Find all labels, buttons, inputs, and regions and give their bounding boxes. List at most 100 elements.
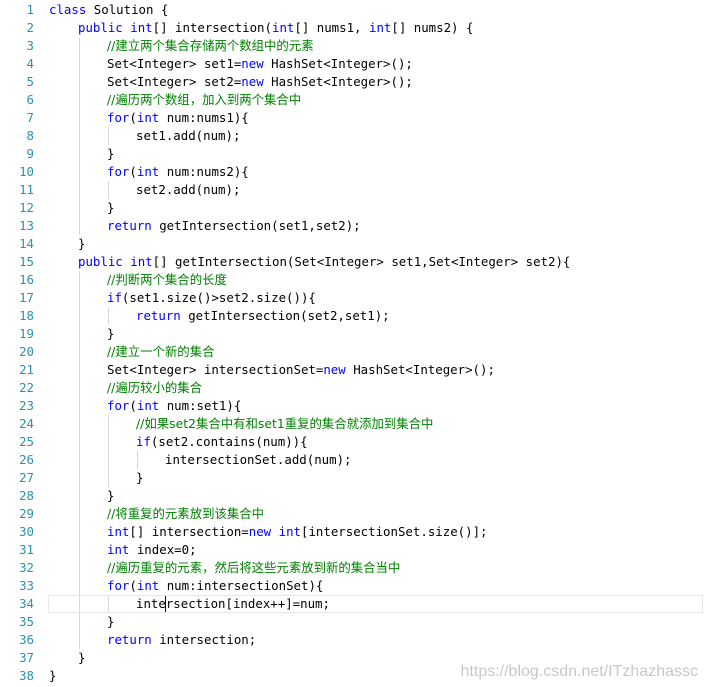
- code-token: [] getIntersection(Set<Integer> set1,Set…: [152, 254, 571, 269]
- code-text: Set<Integer> set2=new HashSet<Integer>()…: [107, 73, 413, 91]
- keyword-token: return: [107, 218, 152, 233]
- code-line[interactable]: 4 Set<Integer> set1=new HashSet<Integer>(…: [0, 55, 706, 73]
- indent-guide: [79, 109, 80, 127]
- code-text: public int[] intersection(int[] nums1, i…: [78, 19, 473, 37]
- indent-guide: [79, 289, 80, 307]
- code-line[interactable]: 18 return getIntersection(set2,set1);: [0, 307, 706, 325]
- keyword-token: int: [136, 110, 160, 125]
- indent-guide: [79, 37, 80, 55]
- code-line[interactable]: 25 if(set2.contains(num)){: [0, 433, 706, 451]
- indent-guide: [79, 505, 80, 523]
- indent-guide: [79, 595, 80, 613]
- code-line[interactable]: 1 class Solution {: [0, 1, 706, 19]
- indent-guide: [79, 91, 80, 109]
- code-text: //遍历重复的元素，然后将这些元素放到新的集合当中: [107, 559, 400, 577]
- keyword-token: new: [241, 74, 264, 89]
- line-number: 38: [19, 668, 34, 683]
- code-line[interactable]: 15 public int[] getIntersection(Set<Integ…: [0, 253, 706, 271]
- line-number: 30: [19, 524, 34, 539]
- line-number: 12: [19, 200, 34, 215]
- code-editor[interactable]: 1 class Solution {2 public int[] intersect…: [0, 0, 706, 687]
- code-text: for(int num:nums1){: [107, 109, 249, 127]
- indent-guide: [79, 307, 80, 325]
- code-line[interactable]: 12}: [0, 199, 706, 217]
- code-token: (: [129, 398, 137, 413]
- code-line[interactable]: 31 int index=0;: [0, 541, 706, 559]
- code-line[interactable]: 22 //遍历较小的集合: [0, 379, 706, 397]
- code-token: intersectionSet.add(num);: [165, 452, 352, 467]
- line-number: 37: [19, 650, 34, 665]
- indent-guide: [108, 181, 109, 199]
- code-token: Set<Integer> intersectionSet=: [107, 362, 324, 377]
- code-line[interactable]: 21 Set<Integer> intersectionSet=new HashS…: [0, 361, 706, 379]
- code-line[interactable]: 8 set1.add(num);: [0, 127, 706, 145]
- keyword-token: new: [241, 56, 264, 71]
- code-line[interactable]: 6 //遍历两个数组，加入到两个集合中: [0, 91, 706, 109]
- code-line[interactable]: 27}: [0, 469, 706, 487]
- code-line[interactable]: 26 intersectionSet.add(num);: [0, 451, 706, 469]
- line-number: 26: [19, 452, 34, 467]
- code-text: }: [107, 199, 114, 217]
- keyword-token: int: [278, 524, 301, 539]
- line-number: 1: [26, 2, 34, 17]
- indent-guide: [79, 145, 80, 163]
- code-line[interactable]: 9}: [0, 145, 706, 163]
- code-token: num:intersectionSet){: [159, 578, 324, 593]
- text-caret: [165, 596, 166, 612]
- code-line[interactable]: 33 for(int num:intersectionSet){: [0, 577, 706, 595]
- code-line[interactable]: 32 //遍历重复的元素，然后将这些元素放到新的集合当中: [0, 559, 706, 577]
- code-text: //将重复的元素放到该集合中: [107, 505, 264, 523]
- code-text: set1.add(num);: [136, 127, 240, 145]
- code-line[interactable]: 16 //判断两个集合的长度: [0, 271, 706, 289]
- code-line[interactable]: 23 for(int num:set1){: [0, 397, 706, 415]
- code-line[interactable]: 2 public int[] intersection(int[] nums1, …: [0, 19, 706, 37]
- keyword-token: int: [130, 254, 153, 269]
- indent-guide: [79, 613, 80, 631]
- code-text: }: [107, 613, 114, 631]
- keyword-token: int: [136, 578, 160, 593]
- code-text: intersectionSet.add(num);: [165, 451, 352, 469]
- indent-guide: [79, 217, 80, 235]
- code-text: for(int num:set1){: [107, 397, 241, 415]
- code-line[interactable]: 28}: [0, 487, 706, 505]
- code-text: //遍历两个数组，加入到两个集合中: [107, 91, 301, 109]
- code-line[interactable]: 7 for(int num:nums1){: [0, 109, 706, 127]
- line-number: 36: [19, 632, 34, 647]
- indent-guide: [79, 325, 80, 343]
- code-line[interactable]: 29 //将重复的元素放到该集合中: [0, 505, 706, 523]
- code-line[interactable]: 35}: [0, 613, 706, 631]
- indent-guide: [79, 271, 80, 289]
- code-line[interactable]: 14}: [0, 235, 706, 253]
- code-token: (set1.size()>set2.size()){: [121, 290, 316, 305]
- comment-token: //建立一个新的集合: [107, 344, 215, 359]
- code-token: HashSet<Integer>();: [263, 56, 413, 71]
- code-line[interactable]: 30 int[] intersection=new int[intersectio…: [0, 523, 706, 541]
- indent-guide: [108, 415, 109, 433]
- code-line[interactable]: 36 return intersection;: [0, 631, 706, 649]
- code-line[interactable]: 19}: [0, 325, 706, 343]
- line-number: 17: [19, 290, 34, 305]
- code-line[interactable]: 5 Set<Integer> set2=new HashSet<Integer>(…: [0, 73, 706, 91]
- code-text: int index=0;: [107, 541, 197, 559]
- line-number: 15: [19, 254, 34, 269]
- code-line[interactable]: 10 for(int num:nums2){: [0, 163, 706, 181]
- keyword-token: int: [130, 20, 153, 35]
- code-line[interactable]: 17 if(set1.size()>set2.size()){: [0, 289, 706, 307]
- code-token: getIntersection(set1,set2);: [151, 218, 361, 233]
- keyword-token: public: [78, 20, 123, 35]
- code-line-current[interactable]: 34 intersection[index++]=num;: [0, 595, 706, 613]
- code-line[interactable]: 20 //建立一个新的集合: [0, 343, 706, 361]
- line-number: 8: [26, 128, 34, 143]
- indent-guide: [108, 433, 109, 451]
- code-line[interactable]: 24 //如果set2集合中有和set1重复的集合就添加到集合中: [0, 415, 706, 433]
- line-number: 2: [26, 20, 34, 35]
- keyword-token: return: [107, 632, 152, 647]
- code-line[interactable]: 13 return getIntersection(set1,set2);: [0, 217, 706, 235]
- indent-guide: [79, 523, 80, 541]
- code-token: }: [107, 614, 115, 629]
- code-line[interactable]: 3 //建立两个集合存储两个数组中的元素: [0, 37, 706, 55]
- code-line[interactable]: 11 set2.add(num);: [0, 181, 706, 199]
- code-token: (: [129, 164, 137, 179]
- keyword-token: for: [107, 164, 130, 179]
